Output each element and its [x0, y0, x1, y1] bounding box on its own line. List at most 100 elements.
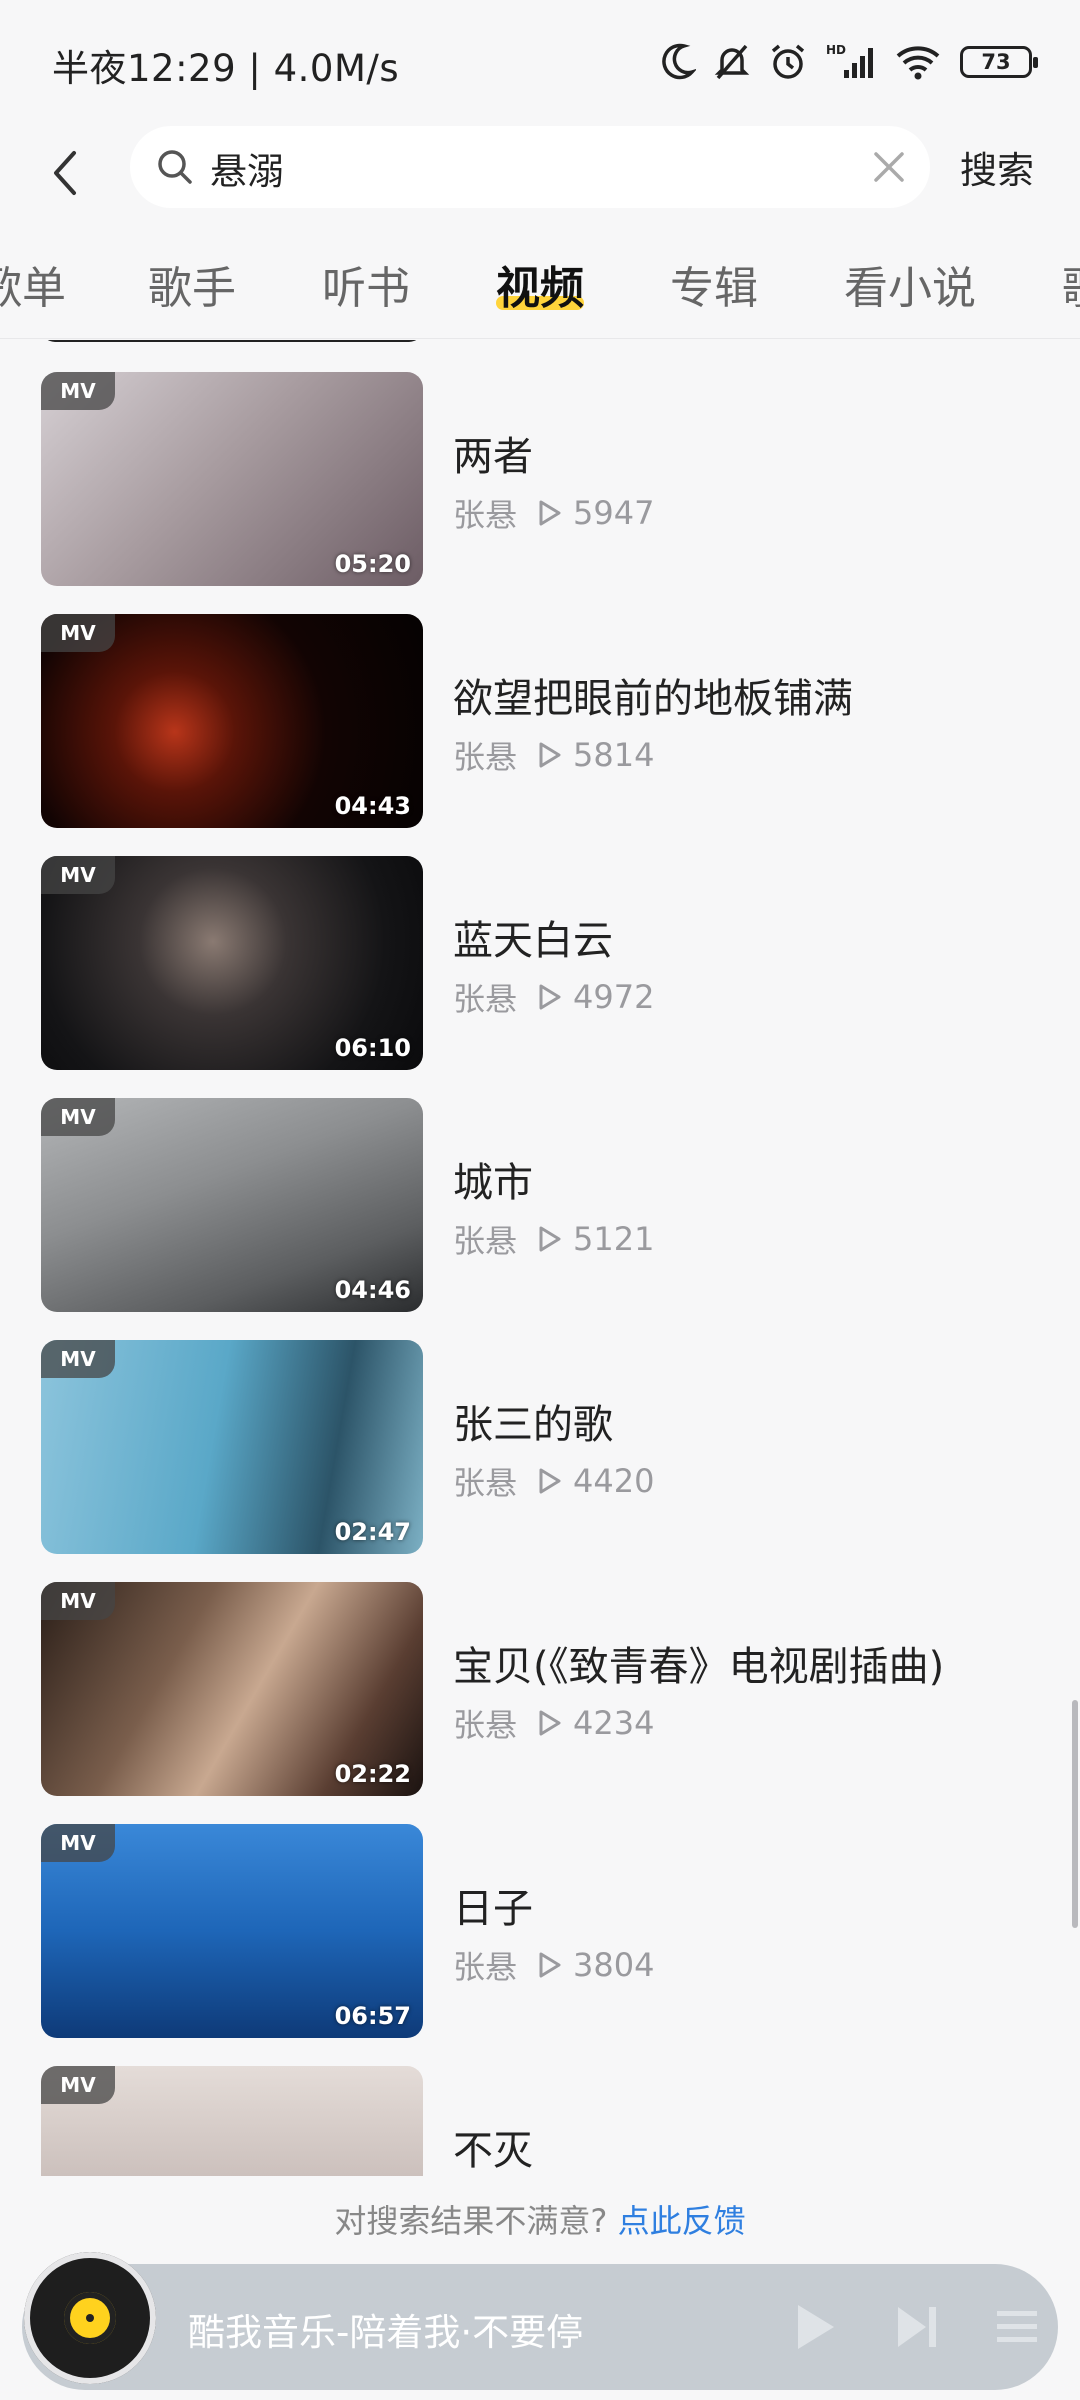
now-playing-title[interactable]: 酷我音乐-陪着我·不要停 — [188, 2302, 583, 2356]
video-plays: 4234 — [573, 1704, 655, 1742]
category-tabs: 歌单 歌手 听书 视频 专辑 看小说 歌 — [0, 232, 1080, 339]
video-duration: 02:47 — [334, 1518, 411, 1546]
mv-badge: MV — [41, 372, 115, 410]
video-thumbnail[interactable]: MV 06:57 — [41, 1824, 423, 2038]
mv-badge: MV — [41, 1340, 115, 1378]
list-item[interactable]: MV 05:20 两者 张悬 5947 — [0, 372, 1080, 588]
album-disc-icon[interactable] — [24, 2252, 156, 2384]
list-item[interactable]: MV 04:46 城市 张悬 5121 — [0, 1098, 1080, 1314]
list-item[interactable]: MV 不灭 — [0, 2066, 1080, 2176]
video-plays: 3804 — [573, 1946, 655, 1984]
list-item[interactable]: MV 04:43 欲望把眼前的地板铺满 张悬 5814 — [0, 614, 1080, 830]
video-thumbnail[interactable]: MV — [41, 2066, 423, 2176]
tab-novel[interactable]: 看小说 — [844, 252, 976, 316]
video-plays: 5814 — [573, 736, 655, 774]
feedback-row: 对搜索结果不满意? 点此反馈 — [0, 2196, 1080, 2242]
video-title[interactable]: 宝贝(《致青春》电视剧插曲) — [453, 1634, 944, 1692]
tab-playlist[interactable]: 歌单 — [0, 252, 66, 316]
previous-item-thumbnail[interactable] — [41, 340, 423, 342]
status-time: 半夜12:29 | 4.0M/s — [52, 47, 400, 90]
video-meta: 张悬 5121 — [453, 1216, 654, 1262]
video-meta: 张悬 4234 — [453, 1700, 654, 1746]
video-thumbnail[interactable]: MV 04:43 — [41, 614, 423, 828]
search-input[interactable] — [208, 126, 832, 210]
play-count-icon — [539, 984, 561, 1010]
video-duration: 06:10 — [334, 1034, 411, 1062]
list-item[interactable]: MV 06:57 日子 张悬 3804 — [0, 1824, 1080, 2040]
video-title[interactable]: 两者 — [453, 424, 533, 482]
video-title[interactable]: 欲望把眼前的地板铺满 — [453, 666, 853, 724]
battery-level: 73 — [981, 50, 1011, 74]
video-plays: 4420 — [573, 1462, 655, 1500]
back-button[interactable] — [40, 138, 90, 208]
search-button[interactable]: 搜索 — [960, 140, 1034, 194]
list-item[interactable]: MV 02:22 宝贝(《致青春》电视剧插曲) 张悬 4234 — [0, 1582, 1080, 1798]
scrollbar[interactable] — [1072, 1700, 1078, 1928]
mv-badge: MV — [41, 856, 115, 894]
tab-artist[interactable]: 歌手 — [148, 252, 236, 316]
alarm-icon — [768, 42, 808, 82]
video-duration: 04:43 — [334, 792, 411, 820]
video-artist: 张悬 — [453, 1464, 518, 1502]
video-meta: 张悬 5947 — [453, 490, 654, 536]
video-meta: 张悬 3804 — [453, 1942, 654, 1988]
tab-song[interactable]: 歌 — [1062, 252, 1080, 316]
video-thumbnail[interactable]: MV 02:47 — [41, 1340, 423, 1554]
video-title[interactable]: 不灭 — [453, 2118, 533, 2176]
mv-badge: MV — [41, 1098, 115, 1136]
battery-icon: 73 — [960, 46, 1038, 78]
mini-player[interactable]: 酷我音乐-陪着我·不要停 — [22, 2252, 1058, 2390]
video-meta: 张悬 5814 — [453, 732, 654, 778]
video-artist: 张悬 — [453, 738, 518, 776]
next-button[interactable] — [884, 2294, 950, 2360]
play-button[interactable] — [782, 2294, 848, 2360]
mv-badge: MV — [41, 1824, 115, 1862]
playlist-icon — [997, 2311, 1037, 2342]
clear-button[interactable] — [870, 148, 908, 186]
tab-album[interactable]: 专辑 — [670, 252, 758, 316]
video-list: MV 05:20 两者 张悬 5947 MV 04:43 欲望把眼前的地板铺满 … — [0, 340, 1080, 2176]
video-title[interactable]: 城市 — [453, 1150, 533, 1208]
video-title[interactable]: 蓝天白云 — [453, 908, 613, 966]
signal-icon: HD — [826, 42, 876, 82]
tab-video[interactable]: 视频 — [496, 252, 584, 316]
video-artist: 张悬 — [453, 1948, 518, 1986]
mv-badge: MV — [41, 614, 115, 652]
list-item[interactable]: MV 06:10 蓝天白云 张悬 4972 — [0, 856, 1080, 1072]
feedback-link[interactable]: 点此反馈 — [618, 2202, 746, 2240]
status-icons: HD 73 — [660, 36, 1038, 88]
skip-next-icon — [898, 2307, 936, 2347]
play-count-icon — [539, 500, 561, 526]
video-duration: 04:46 — [334, 1276, 411, 1304]
video-artist: 张悬 — [453, 980, 518, 1018]
play-count-icon — [539, 1468, 561, 1494]
play-count-icon — [539, 742, 561, 768]
video-thumbnail[interactable]: MV 06:10 — [41, 856, 423, 1070]
close-icon — [874, 152, 904, 182]
video-meta: 张悬 4972 — [453, 974, 654, 1020]
tab-audiobook[interactable]: 听书 — [322, 252, 410, 316]
video-artist: 张悬 — [453, 1706, 518, 1744]
playlist-button[interactable] — [984, 2294, 1050, 2360]
play-count-icon — [539, 1226, 561, 1252]
moon-icon — [660, 42, 696, 82]
video-plays: 5947 — [573, 494, 655, 532]
search-box[interactable] — [130, 126, 930, 210]
search-icon — [156, 148, 194, 190]
list-item[interactable]: MV 02:47 张三的歌 张悬 4420 — [0, 1340, 1080, 1556]
video-title[interactable]: 张三的歌 — [453, 1392, 613, 1450]
feedback-text: 对搜索结果不满意? — [334, 2202, 608, 2240]
video-thumbnail[interactable]: MV 04:46 — [41, 1098, 423, 1312]
video-plays: 5121 — [573, 1220, 655, 1258]
search-row: 搜索 — [0, 120, 1080, 230]
video-duration: 05:20 — [334, 550, 411, 578]
wifi-icon — [894, 42, 942, 82]
svg-text:HD: HD — [826, 43, 846, 57]
video-artist: 张悬 — [453, 1222, 518, 1260]
video-title[interactable]: 日子 — [453, 1876, 533, 1934]
video-duration: 06:57 — [334, 2002, 411, 2030]
video-thumbnail[interactable]: MV 05:20 — [41, 372, 423, 586]
play-count-icon — [539, 1952, 561, 1978]
play-count-icon — [539, 1710, 561, 1736]
video-thumbnail[interactable]: MV 02:22 — [41, 1582, 423, 1796]
